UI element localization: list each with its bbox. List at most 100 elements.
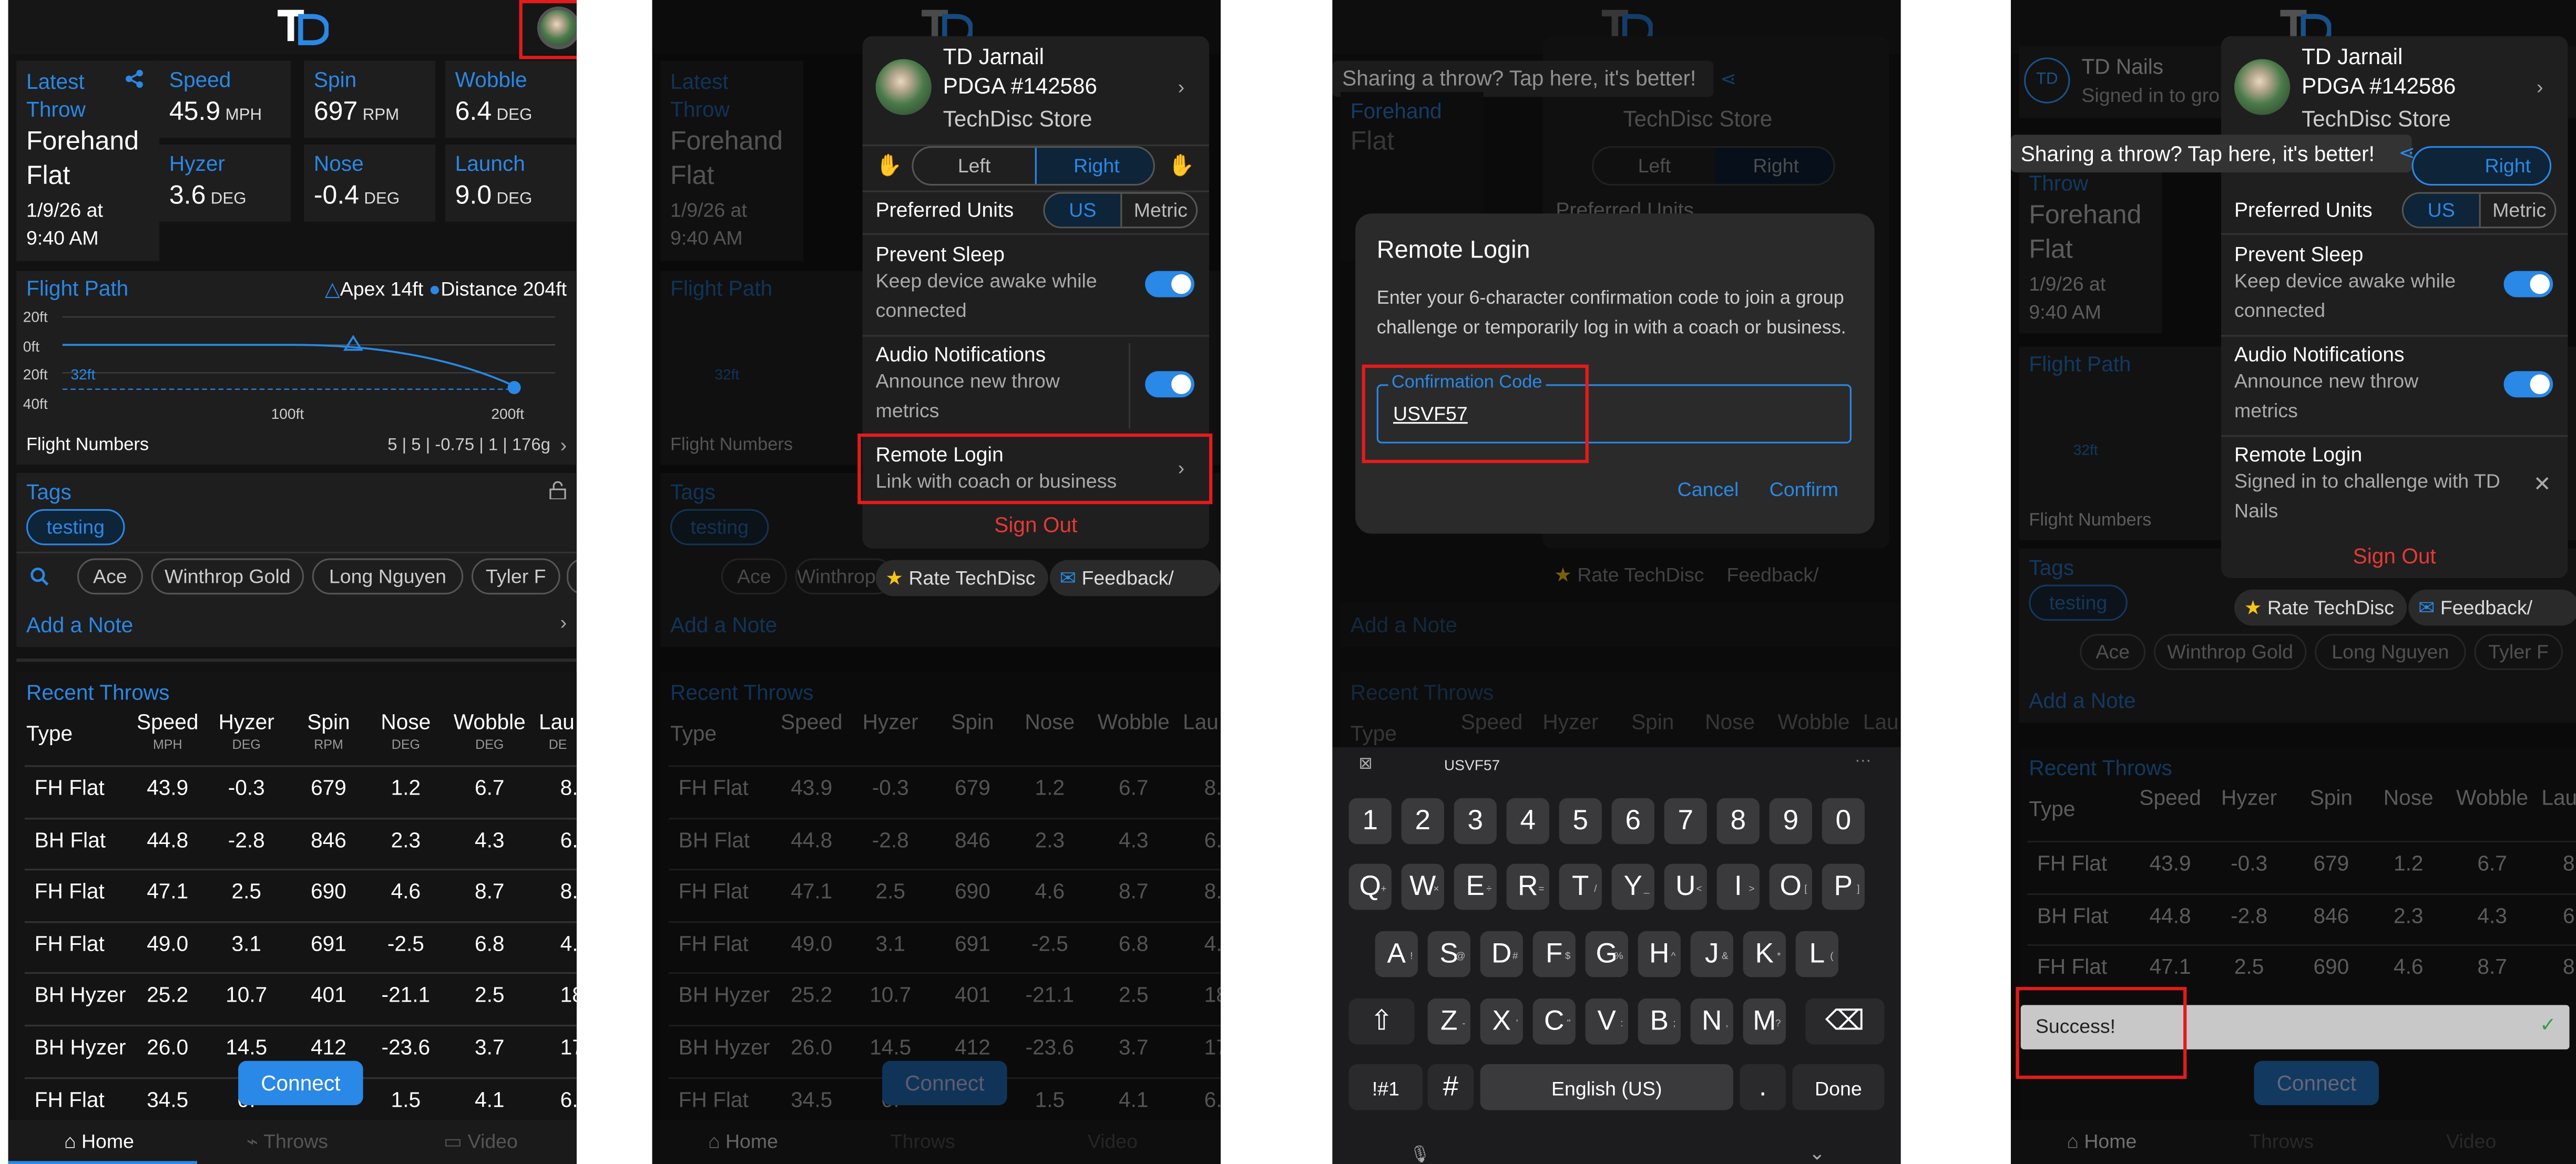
confirm-button[interactable]: Confirm <box>1770 478 1838 501</box>
key[interactable]: S @ <box>1427 931 1470 977</box>
search-icon[interactable] <box>29 566 49 586</box>
col-header[interactable]: Lau <box>539 709 575 734</box>
col-header[interactable]: Type <box>26 721 73 746</box>
units-us-option[interactable]: US <box>1045 193 1121 227</box>
chevron-right-icon[interactable]: › <box>1178 76 1185 99</box>
keyboard-hide-icon[interactable]: ⌄ <box>1809 1141 1825 1164</box>
hand-right-option[interactable]: Right <box>2414 148 2550 184</box>
col-header[interactable]: Speed <box>125 709 211 734</box>
keyboard-suggestion[interactable]: USVF57 <box>1444 757 1500 774</box>
key[interactable]: O[ <box>1769 863 1812 910</box>
key[interactable]: E ÷ <box>1454 863 1497 910</box>
space-key[interactable]: English (US) <box>1480 1064 1733 1110</box>
key[interactable]: I > <box>1716 863 1760 910</box>
remote-login-title[interactable]: Remote Login <box>2234 444 2362 467</box>
tag-option[interactable]: Winthrop Gold <box>151 558 304 595</box>
key[interactable]: H ^ <box>1638 931 1681 977</box>
key[interactable]: B; <box>1638 998 1681 1045</box>
col-header[interactable]: Nose <box>363 709 449 734</box>
table-row-type[interactable]: FH Flat <box>35 1086 105 1111</box>
key[interactable]: A! <box>1375 931 1418 977</box>
key[interactable]: L( <box>1795 931 1838 977</box>
feedback-button[interactable]: ✉ Feedback/ <box>1049 560 1221 596</box>
latest-throw-card[interactable]: Latest Throw Forehand Flat 1/9/26 at 9:4… <box>16 60 160 261</box>
lock-icon[interactable] <box>549 481 567 499</box>
cancel-button[interactable]: Cancel <box>1678 478 1739 501</box>
done-key[interactable]: Done <box>1792 1064 1885 1110</box>
tag-option[interactable]: Ace <box>77 558 143 595</box>
key[interactable]: J & <box>1690 931 1733 977</box>
key[interactable]: U < <box>1664 863 1707 910</box>
key[interactable]: P] <box>1822 863 1865 910</box>
col-header[interactable]: Hyzer <box>204 709 290 734</box>
table-row-type[interactable]: FH Flat <box>35 775 105 800</box>
key[interactable]: T / <box>1559 863 1602 910</box>
col-header[interactable]: Spin <box>286 709 372 734</box>
key[interactable]: 3 <box>1454 798 1497 844</box>
key[interactable]: C " <box>1532 998 1576 1045</box>
key[interactable]: 5 <box>1559 798 1602 844</box>
flight-path-card[interactable]: Flight Path △Apex 14ft ●Distance 204ft 2… <box>16 271 577 465</box>
hand-right-option[interactable]: Right <box>1035 148 1153 184</box>
symbols-key[interactable]: !#1 <box>1348 1064 1423 1110</box>
table-row-type[interactable]: FH Flat <box>35 931 105 955</box>
nav-throws[interactable]: ⌁ Throws <box>247 1130 328 1153</box>
period-key[interactable]: . <box>1740 1064 1786 1110</box>
key[interactable]: 4 <box>1506 798 1549 844</box>
key[interactable]: X ' <box>1480 998 1523 1045</box>
prevent-sleep-toggle[interactable] <box>1145 271 1194 297</box>
connect-button[interactable]: Connect <box>238 1060 363 1106</box>
rate-button[interactable]: ★ Rate TechDisc <box>2234 589 2407 626</box>
close-icon[interactable]: ✕ <box>2533 471 2551 498</box>
tag-testing[interactable]: testing <box>26 509 125 545</box>
key[interactable]: V: <box>1585 998 1628 1045</box>
table-row-type[interactable]: BH Hyzer <box>35 983 126 1007</box>
nav-home[interactable]: ⌂ Home <box>64 1130 134 1153</box>
shift-key[interactable]: ⇧ <box>1348 998 1415 1045</box>
key[interactable]: 6 <box>1611 798 1654 844</box>
col-header[interactable]: Wobble <box>447 709 533 734</box>
key[interactable]: F $ <box>1532 931 1576 977</box>
key[interactable]: Y _ <box>1611 863 1654 910</box>
profile-store[interactable]: TechDisc Store <box>943 107 1092 131</box>
feedback-button[interactable]: ✉ Feedback/ <box>2408 589 2576 626</box>
key[interactable]: K * <box>1743 931 1786 977</box>
key[interactable]: G% <box>1585 931 1628 977</box>
keyboard-more-icon[interactable]: ··· <box>1855 752 1871 770</box>
key[interactable]: N, <box>1690 998 1733 1045</box>
tag-option[interactable]: Long Nguyen <box>312 558 464 595</box>
rate-button[interactable]: ★ Rate TechDisc <box>875 560 1048 596</box>
add-note-row[interactable]: Add a Note › <box>16 602 577 647</box>
units-us-option[interactable]: US <box>2403 193 2479 227</box>
key[interactable]: R = <box>1506 863 1549 910</box>
audio-toggle[interactable] <box>2503 371 2553 398</box>
hand-left-option[interactable]: Left <box>914 148 1035 184</box>
key[interactable]: M? <box>1743 998 1786 1045</box>
key[interactable]: 9 <box>1769 798 1812 844</box>
key[interactable]: Q + <box>1348 863 1392 910</box>
share-tooltip[interactable]: Sharing a throw? Tap here, it's better! <box>2011 135 2412 173</box>
share-icon[interactable] <box>125 69 145 89</box>
tag-option-partial[interactable] <box>567 558 577 595</box>
units-metric-option[interactable]: Metric <box>2479 193 2555 227</box>
table-row-type[interactable]: FH Flat <box>35 879 105 903</box>
key[interactable]: W × <box>1401 863 1444 910</box>
nav-video[interactable]: ▭ Video <box>444 1130 518 1153</box>
table-row-type[interactable]: BH Flat <box>35 827 106 852</box>
sign-out-button[interactable]: Sign Out <box>863 512 1209 537</box>
key[interactable]: 7 <box>1664 798 1707 844</box>
audio-toggle[interactable] <box>1145 371 1194 398</box>
hash-key[interactable]: # <box>1427 1064 1474 1110</box>
key[interactable]: Z- <box>1427 998 1470 1045</box>
key[interactable]: 0 <box>1822 798 1865 844</box>
key[interactable]: 2 <box>1401 798 1444 844</box>
sign-out-button[interactable]: Sign Out <box>2221 543 2568 568</box>
profile-store[interactable]: TechDisc Store <box>2302 107 2451 131</box>
table-row-type[interactable]: BH Hyzer <box>35 1035 126 1059</box>
key[interactable]: 1 <box>1348 798 1392 844</box>
key[interactable]: D # <box>1480 931 1523 977</box>
key[interactable]: 8 <box>1716 798 1760 844</box>
prevent-sleep-toggle[interactable] <box>2503 271 2553 297</box>
keyboard-collapse-icon[interactable]: ⊠ <box>1358 756 1372 774</box>
microphone-icon[interactable]: 🎙 <box>1409 1146 1430 1164</box>
